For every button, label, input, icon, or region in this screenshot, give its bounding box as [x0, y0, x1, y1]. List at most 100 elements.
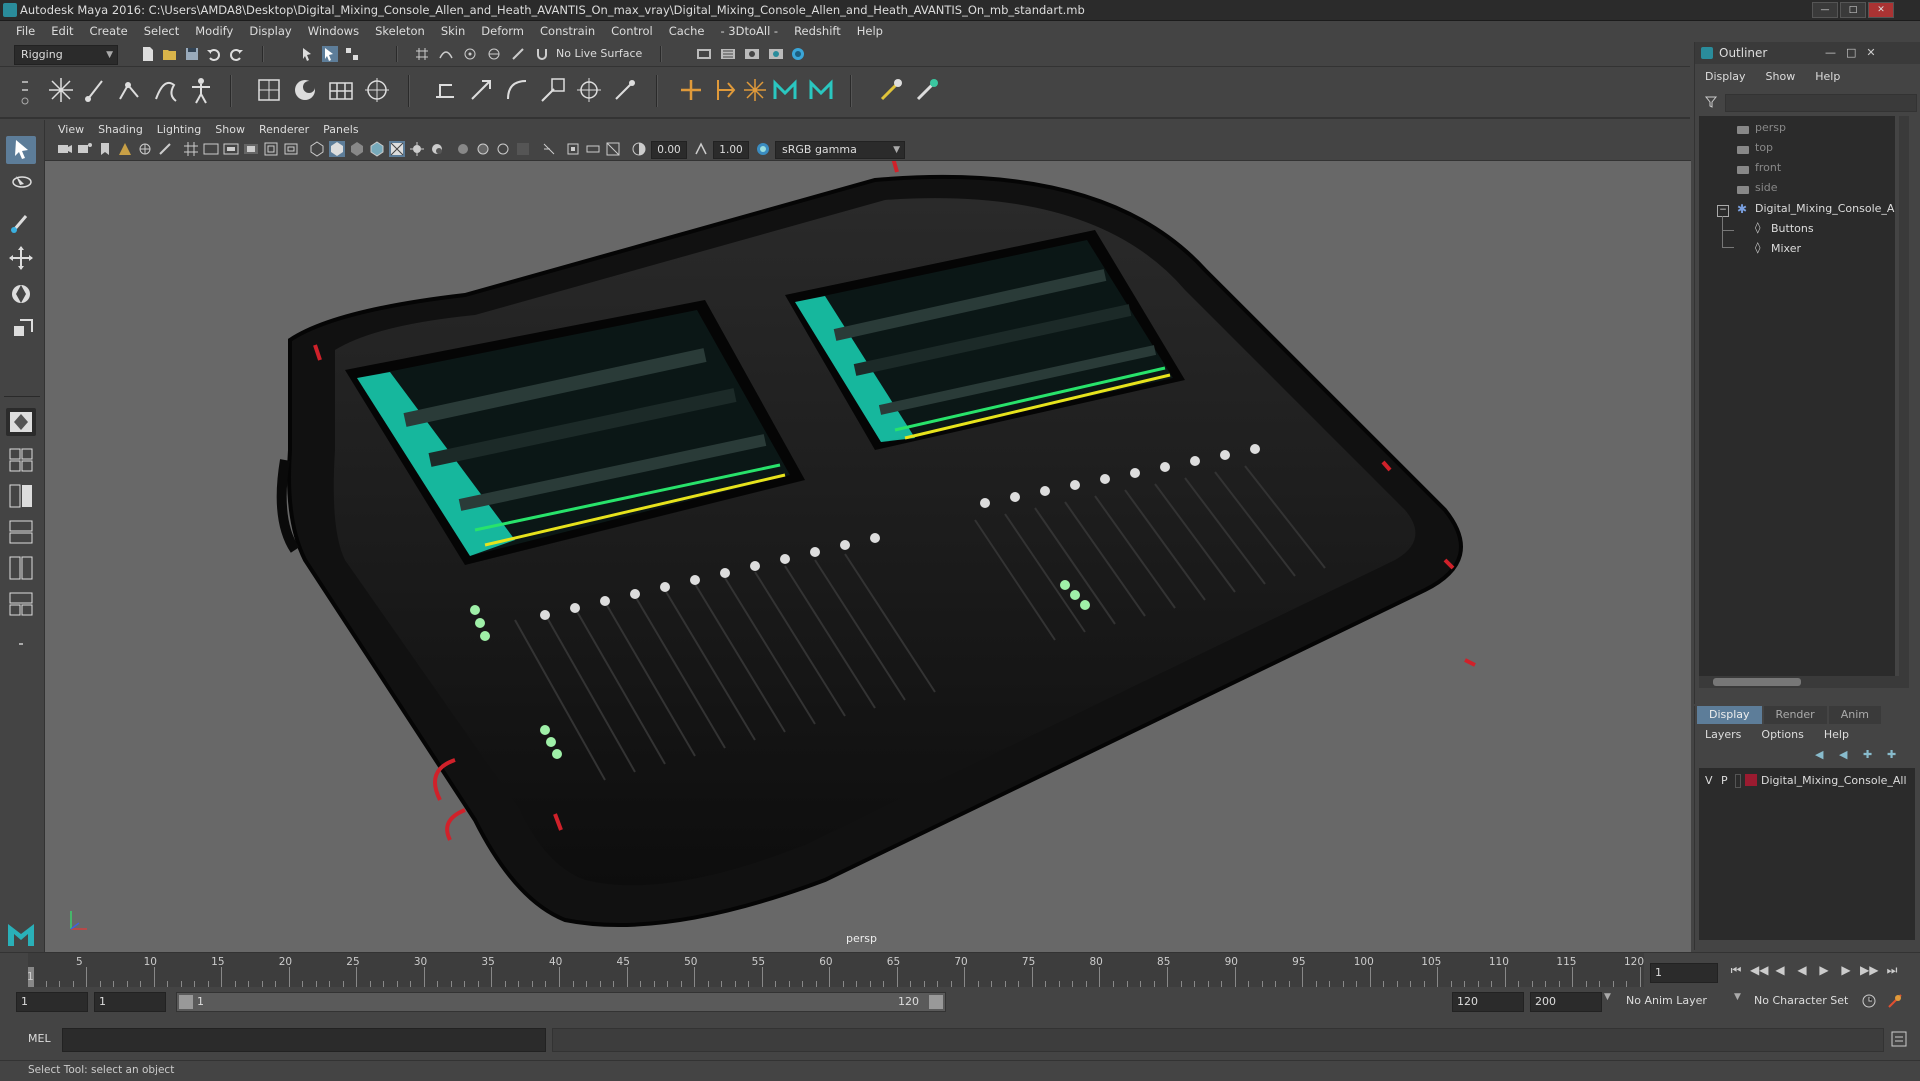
cluster-icon[interactable]	[362, 75, 392, 105]
range-slider[interactable]: 1 120	[176, 992, 946, 1012]
xray-icon[interactable]	[455, 141, 471, 157]
save-scene-icon[interactable]	[184, 46, 200, 62]
wireframe-icon[interactable]	[309, 141, 325, 157]
menu-windows[interactable]: Windows	[300, 24, 367, 38]
play-backwards-icon[interactable]: ◀	[1794, 963, 1810, 977]
grease-pencil-icon[interactable]	[157, 141, 173, 157]
outliner-item-side[interactable]: side	[1755, 181, 1778, 194]
two-pane-layout-icon[interactable]	[6, 554, 36, 582]
pole-vector-constraint-icon[interactable]	[610, 75, 640, 105]
new-scene-icon[interactable]	[140, 46, 156, 62]
outliner-maximize-button[interactable]: □	[1846, 46, 1856, 59]
make-live-icon[interactable]	[510, 46, 526, 62]
move-layer-down-icon[interactable]: ◀	[1839, 748, 1857, 762]
outliner-item-top[interactable]: top	[1755, 141, 1773, 154]
paint-skin-weights-icon[interactable]	[290, 75, 320, 105]
menu-create[interactable]: Create	[82, 24, 136, 38]
redshift-render-icon[interactable]	[790, 46, 806, 62]
time-ruler[interactable]: 1 5 10 15 20 25 30 35 40 45 50 55 60 65 70 75 80 85 90 95 1…	[27, 953, 1644, 987]
scale-constraint-icon[interactable]	[538, 75, 568, 105]
aim-constraint-icon[interactable]	[574, 75, 604, 105]
lattice-icon[interactable]	[326, 75, 356, 105]
end-time-field[interactable]: 200	[1530, 992, 1602, 1012]
layer-menu-options[interactable]: Options	[1751, 726, 1813, 744]
menu-3dtoall[interactable]: - 3DtoAll -	[712, 24, 786, 38]
layer-tab-display[interactable]: Display	[1697, 706, 1762, 724]
redo-icon[interactable]	[228, 46, 244, 62]
layer-playback-toggle[interactable]: P	[1721, 774, 1728, 787]
viewport-menu-lighting[interactable]: Lighting	[150, 123, 208, 136]
auto-key-icon[interactable]	[1860, 992, 1878, 1010]
menu-edit[interactable]: Edit	[43, 24, 81, 38]
wireframe-on-shaded-icon[interactable]	[369, 141, 385, 157]
ik-handle-icon[interactable]	[114, 75, 144, 105]
parent-constraint-icon[interactable]	[430, 75, 460, 105]
step-back-frame-icon[interactable]: ◀◀	[1750, 963, 1768, 977]
menu-set-dropdown[interactable]: Rigging ▼	[14, 45, 118, 65]
open-scene-icon[interactable]	[162, 46, 178, 62]
ipr-render-icon[interactable]	[720, 46, 736, 62]
toolbox-expand-icon[interactable]	[6, 630, 36, 658]
xray-joints-icon[interactable]	[475, 141, 491, 157]
viewport-menu-renderer[interactable]: Renderer	[252, 123, 316, 136]
menu-skin[interactable]: Skin	[433, 24, 473, 38]
hypershade-layout-icon[interactable]	[6, 590, 36, 618]
film-gate-icon[interactable]	[203, 141, 219, 157]
menu-file[interactable]: File	[8, 24, 43, 38]
bind-skin-icon[interactable]	[254, 75, 284, 105]
layer-tab-render[interactable]: Render	[1763, 706, 1827, 724]
outliner-minimize-button[interactable]: —	[1825, 46, 1836, 59]
outliner-vertical-scrollbar[interactable]	[1899, 116, 1909, 676]
outliner-menu-show[interactable]: Show	[1756, 68, 1806, 86]
new-layer-selected-icon[interactable]: ✚	[1887, 748, 1905, 762]
select-by-object-icon[interactable]	[322, 46, 338, 62]
menu-cache[interactable]: Cache	[661, 24, 713, 38]
motion-blur-icon[interactable]	[541, 141, 557, 157]
outliner-item-mixer[interactable]: Mixer	[1771, 242, 1801, 255]
scale-tool-icon[interactable]	[6, 316, 36, 344]
four-view-layout-icon[interactable]	[6, 446, 36, 474]
layer-color-swatch[interactable]	[1745, 774, 1757, 786]
outliner-item-console-group[interactable]: Digital_Mixing_Console_A	[1755, 202, 1894, 215]
layer-menu-help[interactable]: Help	[1814, 726, 1859, 744]
quick-rig-icon[interactable]	[770, 75, 800, 105]
create-joints-icon[interactable]	[46, 75, 76, 105]
2d-pan-zoom-icon[interactable]	[137, 141, 153, 157]
layer-name[interactable]: Digital_Mixing_Console_All	[1761, 774, 1907, 787]
viewport-menu-panels[interactable]: Panels	[316, 123, 365, 136]
step-forward-frame-icon[interactable]: ▶▶	[1860, 963, 1878, 977]
point-constraint-icon[interactable]	[466, 75, 496, 105]
bookmark-icon[interactable]	[97, 141, 113, 157]
select-by-hierarchy-icon[interactable]	[300, 46, 316, 62]
outliner-item-buttons[interactable]: Buttons	[1771, 222, 1814, 235]
viewport-menu-show[interactable]: Show	[208, 123, 252, 136]
go-to-end-icon[interactable]: ⏭	[1884, 963, 1900, 977]
outliner-item-front[interactable]: front	[1755, 161, 1781, 174]
antialias-icon[interactable]	[565, 141, 581, 157]
lasso-tool-icon[interactable]	[6, 172, 36, 200]
go-to-start-icon[interactable]: ⏮	[1728, 963, 1744, 977]
paint-select-tool-icon[interactable]	[6, 208, 36, 236]
rotate-tool-icon[interactable]	[6, 280, 36, 308]
persp-outliner-layout-icon[interactable]	[6, 482, 36, 510]
step-back-key-icon[interactable]: ◀	[1772, 963, 1788, 977]
layer-type-toggle[interactable]	[1735, 774, 1741, 788]
menu-help[interactable]: Help	[849, 24, 891, 38]
gate-mask-icon[interactable]	[243, 141, 259, 157]
hud-icon[interactable]	[605, 141, 621, 157]
undo-icon[interactable]	[206, 46, 222, 62]
play-forwards-icon[interactable]: ▶	[1816, 963, 1832, 977]
snap-to-view-plane-icon[interactable]	[486, 46, 502, 62]
exposure-field[interactable]: 0.00	[651, 141, 687, 159]
viewport-menu-view[interactable]: View	[51, 123, 91, 136]
single-perspective-layout-icon[interactable]	[6, 408, 36, 436]
character-controls-icon[interactable]	[806, 75, 836, 105]
layer-tab-anim[interactable]: Anim	[1828, 706, 1881, 724]
minimize-button[interactable]: —	[1812, 2, 1838, 18]
viewport-menu-shading[interactable]: Shading	[91, 123, 150, 136]
ambient-occlusion-icon[interactable]	[515, 141, 531, 157]
gamma-icon[interactable]	[693, 141, 709, 157]
safe-action-icon[interactable]	[283, 141, 299, 157]
select-tool-icon[interactable]	[6, 136, 36, 164]
new-layer-icon[interactable]: ✚	[1863, 748, 1881, 762]
